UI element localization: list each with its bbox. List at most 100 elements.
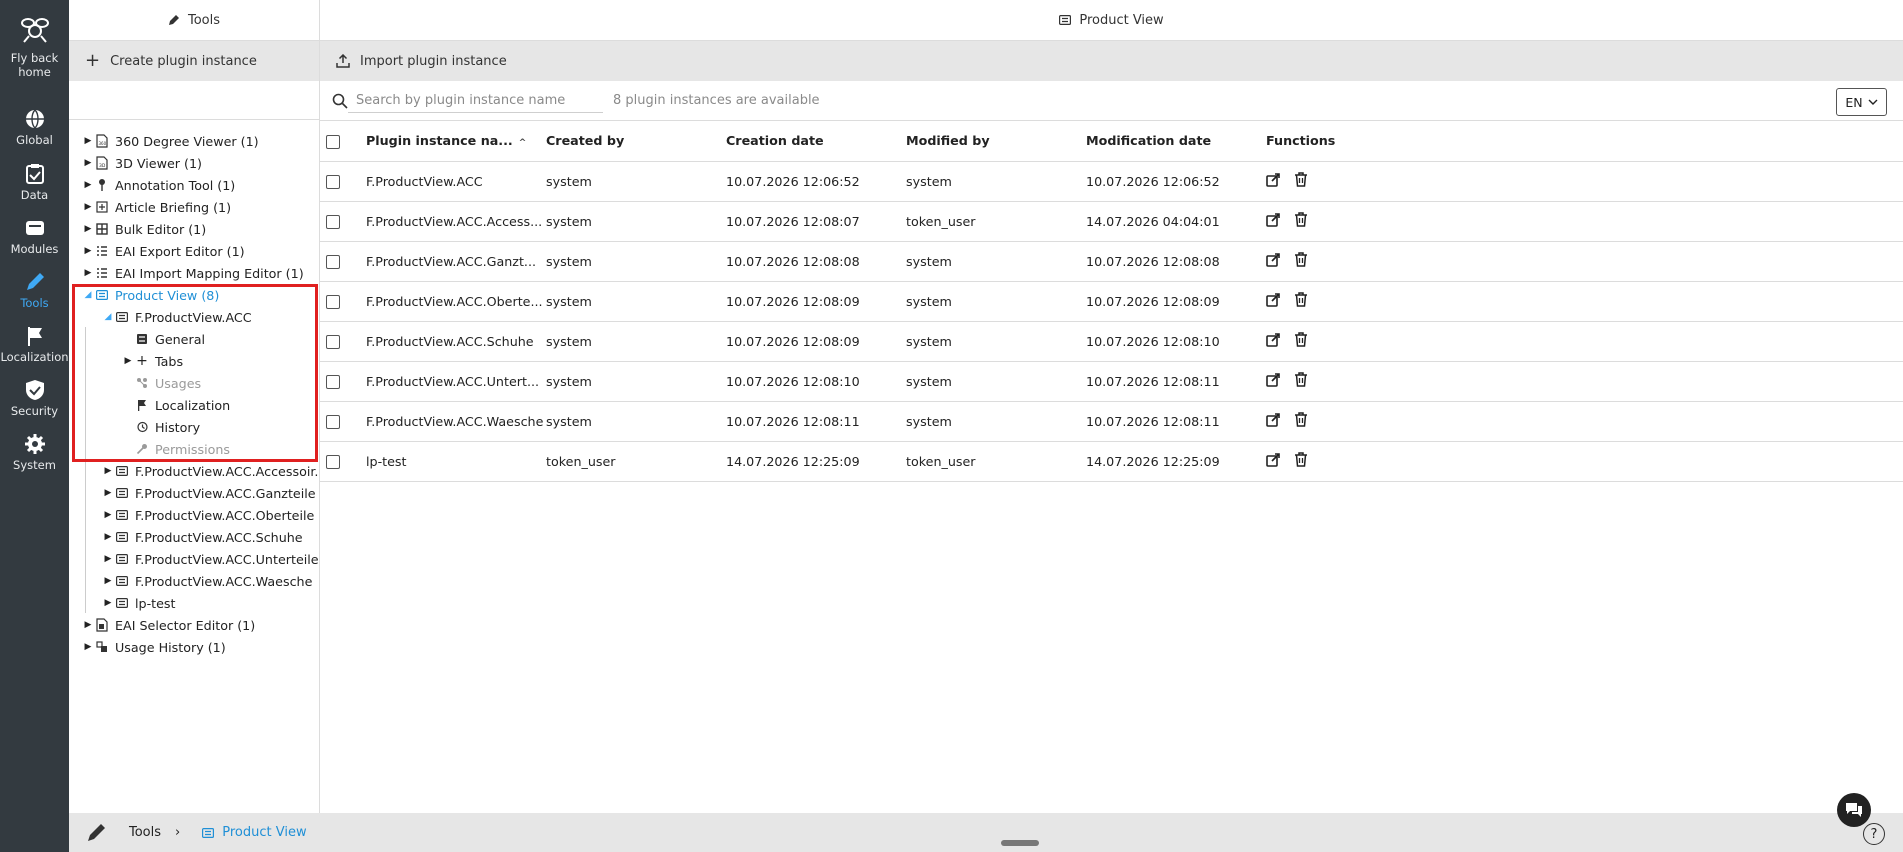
tree-item[interactable]: ▶ EAI Export Editor (1) (69, 240, 319, 262)
column-header-creation-date[interactable]: Creation date (726, 121, 906, 162)
help-icon[interactable]: ? (1863, 823, 1885, 845)
tree-item-instance[interactable]: ▶ F.ProductView.ACC.Accessoir. (69, 460, 319, 482)
tree-item-instance[interactable]: ▶ F.ProductView.ACC.Waesche (69, 570, 319, 592)
row-checkbox[interactable] (326, 374, 340, 389)
chat-icon[interactable] (1837, 793, 1871, 827)
column-header-modification-date[interactable]: Modification date (1086, 121, 1266, 162)
tree-item-localization[interactable]: Localization (69, 394, 319, 416)
column-header-modified-by[interactable]: Modified by (906, 121, 1086, 162)
row-checkbox[interactable] (326, 254, 340, 269)
export-icon[interactable] (1266, 292, 1282, 310)
trash-icon[interactable] (1294, 252, 1308, 270)
tree-item[interactable]: ▶ Article Briefing (1) (69, 196, 319, 218)
caret-right-icon[interactable]: ▶ (103, 554, 113, 564)
trash-icon[interactable] (1294, 412, 1308, 430)
row-checkbox[interactable] (326, 334, 340, 349)
caret-right-icon[interactable]: ▶ (103, 598, 113, 608)
rail-item-modules[interactable]: Modules (0, 217, 69, 256)
caret-down-icon[interactable]: ◢ (103, 312, 113, 322)
tree-item[interactable]: ▶ 360 360 Degree Viewer (1) (69, 130, 319, 152)
search-input[interactable] (348, 88, 603, 113)
tree-item-product-view[interactable]: ◢ Product View (8) (69, 284, 319, 306)
rail-item-global[interactable]: Global (0, 108, 69, 147)
caret-right-icon[interactable]: ▶ (103, 466, 113, 476)
caret-right-icon[interactable]: ▶ (83, 246, 93, 256)
table-row[interactable]: F.ProductView.ACC.Schuhe system 10.07.2026… (320, 321, 1903, 362)
tree-item-general[interactable]: General (69, 328, 319, 350)
column-header-name[interactable]: Plugin instance na... ^ (366, 121, 546, 162)
row-checkbox[interactable] (326, 454, 340, 469)
tree-item-instance[interactable]: ▶ lp-test (69, 592, 319, 614)
breadcrumb-current[interactable]: Product View (222, 825, 306, 840)
caret-right-icon[interactable]: ▶ (83, 268, 93, 278)
caret-down-icon[interactable]: ◢ (83, 290, 93, 300)
trash-icon[interactable] (1294, 332, 1308, 350)
row-checkbox[interactable] (326, 294, 340, 309)
create-plugin-instance-button[interactable]: + Create plugin instance (69, 41, 319, 81)
tree-item-tabs[interactable]: ▶ + Tabs (69, 350, 319, 372)
caret-right-icon[interactable]: ▶ (83, 158, 93, 168)
import-plugin-instance-button[interactable]: Import plugin instance (320, 41, 1903, 81)
row-checkbox[interactable] (326, 414, 340, 429)
tree-item[interactable]: ▶ Annotation Tool (1) (69, 174, 319, 196)
caret-right-icon[interactable]: ▶ (83, 620, 93, 630)
caret-right-icon[interactable]: ▶ (83, 642, 93, 652)
row-checkbox[interactable] (326, 214, 340, 229)
language-select[interactable]: EN (1836, 88, 1887, 116)
tree-item-instance[interactable]: ▶ F.ProductView.ACC.Ganzteile (69, 482, 319, 504)
table-row[interactable]: F.ProductView.ACC.Access... system 10.07.2… (320, 201, 1903, 242)
export-icon[interactable] (1266, 452, 1282, 470)
rail-item-system[interactable]: System (0, 433, 69, 472)
export-icon[interactable] (1266, 172, 1282, 190)
tree-item-instance[interactable]: ▶ F.ProductView.ACC.Unterteile (69, 548, 319, 570)
caret-right-icon[interactable]: ▶ (103, 576, 113, 586)
rail-label: Global (16, 133, 53, 147)
table-row[interactable]: F.ProductView.ACC system 10.07.2026 12:06:… (320, 161, 1903, 202)
rail-item-tools[interactable]: Tools (0, 271, 69, 310)
export-icon[interactable] (1266, 212, 1282, 230)
caret-right-icon[interactable]: ▶ (123, 356, 133, 366)
trash-icon[interactable] (1294, 212, 1308, 230)
table-row[interactable]: F.ProductView.ACC.Untert... system 10.07.2… (320, 361, 1903, 402)
caret-right-icon[interactable]: ▶ (83, 180, 93, 190)
table-row[interactable]: F.ProductView.ACC.Ganzt... system 10.07.20… (320, 241, 1903, 282)
row-checkbox[interactable] (326, 174, 340, 189)
tree-item[interactable]: ▶ EAI Selector Editor (1) (69, 614, 319, 636)
caret-right-icon[interactable]: ▶ (83, 224, 93, 234)
sort-asc-icon[interactable]: ^ (519, 138, 527, 148)
trash-icon[interactable] (1294, 372, 1308, 390)
table-row[interactable]: F.ProductView.ACC.Waesche system 10.07.202… (320, 401, 1903, 442)
tree-item-instance[interactable]: ▶ F.ProductView.ACC.Schuhe (69, 526, 319, 548)
tree-item[interactable]: ▶ Bulk Editor (1) (69, 218, 319, 240)
trash-icon[interactable] (1294, 292, 1308, 310)
tree-item-history[interactable]: History (69, 416, 319, 438)
caret-right-icon[interactable]: ▶ (83, 202, 93, 212)
tree-item-instance[interactable]: ▶ F.ProductView.ACC.Oberteile (69, 504, 319, 526)
rail-item-home[interactable]: Fly back home (0, 14, 69, 79)
caret-right-icon[interactable]: ▶ (103, 488, 113, 498)
export-icon[interactable] (1266, 372, 1282, 390)
tree-item[interactable]: ▶ 3D 3D Viewer (1) (69, 152, 319, 174)
rail-item-security[interactable]: Security (0, 379, 69, 418)
caret-right-icon[interactable]: ▶ (103, 510, 113, 520)
export-icon[interactable] (1266, 252, 1282, 270)
briefing-icon (93, 201, 111, 213)
tree-item[interactable]: ▶ EAI Import Mapping Editor (1) (69, 262, 319, 284)
trash-icon[interactable] (1294, 172, 1308, 190)
rail-item-data[interactable]: Data (0, 163, 69, 202)
export-icon[interactable] (1266, 332, 1282, 350)
caret-right-icon[interactable]: ▶ (103, 532, 113, 542)
column-header-created-by[interactable]: Created by (546, 121, 726, 162)
select-all-checkbox[interactable] (326, 134, 340, 149)
export-icon[interactable] (1266, 412, 1282, 430)
resize-handle[interactable] (1001, 840, 1039, 846)
table-row[interactable]: F.ProductView.ACC.Oberte... system 10.07.2… (320, 281, 1903, 322)
tree-item-instance[interactable]: ◢ F.ProductView.ACC (69, 306, 319, 328)
breadcrumb-root[interactable]: Tools (129, 825, 161, 840)
trash-icon[interactable] (1294, 452, 1308, 470)
rail-item-localization[interactable]: Localization (0, 325, 69, 364)
table-row[interactable]: lp-test token_user 14.07.2026 12:25:09 toke… (320, 441, 1903, 482)
caret-right-icon[interactable]: ▶ (83, 136, 93, 146)
tree-item[interactable]: ▶ Usage History (1) (69, 636, 319, 658)
product-view-icon (93, 290, 111, 300)
